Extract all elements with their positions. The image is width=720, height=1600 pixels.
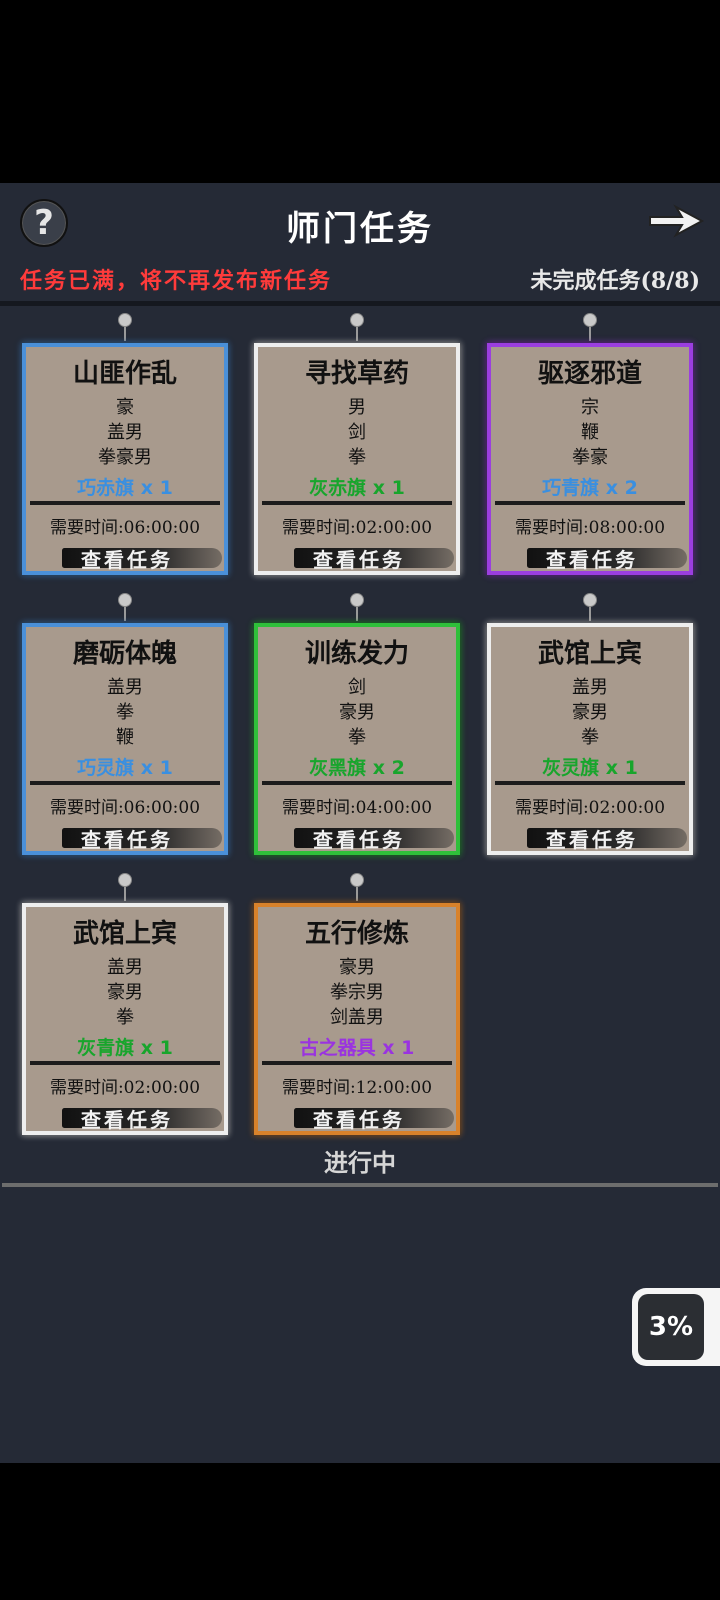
- task-time: 需要时间:04:00:00: [281, 798, 433, 818]
- task-time: 需要时间:02:00:00: [281, 518, 433, 538]
- task-requirement: 盖男: [572, 677, 608, 698]
- task-title: 武馆上宾: [72, 919, 177, 949]
- task-requirement: 剑: [348, 422, 366, 443]
- task-reward: 巧青旗 x 2: [542, 477, 638, 499]
- task-reward: 灰黑旗 x 2: [309, 757, 405, 779]
- task-reward: 灰灵旗 x 1: [542, 757, 638, 779]
- status-label: 进行中: [324, 1149, 396, 1177]
- task-requirement: 拳: [116, 1007, 134, 1028]
- task-reward: 巧赤旗 x 1: [77, 477, 173, 499]
- task-title: 山匪作乱: [72, 359, 177, 389]
- task-counter: 未完成任务(8/8): [530, 268, 700, 294]
- task-card[interactable]: 武馆上宾 盖男 豪男 拳 灰灵旗 x 1 需要时间:02:00:00 查看任务: [487, 623, 693, 855]
- pin-icon: [118, 873, 132, 887]
- task-requirement: 宗: [581, 397, 599, 418]
- task-requirement: 豪男: [339, 702, 375, 723]
- task-card[interactable]: 磨砺体魄 盖男 拳 鞭 巧灵旗 x 1 需要时间:06:00:00 查看任务: [22, 623, 228, 855]
- divider: [2, 1183, 718, 1187]
- task-time: 需要时间:02:00:00: [49, 1078, 201, 1098]
- task-requirement: 豪男: [107, 982, 143, 1003]
- pin-icon: [583, 313, 597, 327]
- task-card[interactable]: 山匪作乱 豪 盖男 拳豪男 巧赤旗 x 1 需要时间:06:00:00 查看任务: [22, 343, 228, 575]
- task-requirement: 男: [348, 397, 366, 418]
- task-time: 需要时间:06:00:00: [49, 518, 201, 538]
- task-title: 训练发力: [304, 639, 409, 669]
- task-requirement: 剑: [348, 677, 366, 698]
- divider: [30, 501, 220, 505]
- task-title: 磨砺体魄: [72, 639, 177, 669]
- divider: [495, 501, 685, 505]
- task-requirement: 鞭: [581, 422, 599, 443]
- task-requirement: 剑盖男: [330, 1007, 384, 1028]
- task-requirement: 盖男: [107, 422, 143, 443]
- task-card[interactable]: 训练发力 剑 豪男 拳 灰黑旗 x 2 需要时间:04:00:00 查看任务: [254, 623, 460, 855]
- view-task-button[interactable]: 查看任务: [62, 543, 232, 572]
- task-card[interactable]: 驱逐邪道 宗 鞭 拳豪 巧青旗 x 2 需要时间:08:00:00 查看任务: [487, 343, 693, 575]
- divider: [0, 301, 720, 306]
- task-time: 需要时间:12:00:00: [281, 1078, 433, 1098]
- view-task-button[interactable]: 查看任务: [294, 543, 464, 572]
- pin-icon: [118, 313, 132, 327]
- task-requirement: 豪男: [572, 702, 608, 723]
- pin-icon: [583, 593, 597, 607]
- task-requirement: 豪男: [339, 957, 375, 978]
- view-task-label: 查看任务: [81, 548, 173, 572]
- task-time: 需要时间:02:00:00: [514, 798, 666, 818]
- task-requirement: 拳: [581, 727, 599, 748]
- view-task-label: 查看任务: [313, 1108, 405, 1132]
- task-requirement: 鞭: [116, 727, 134, 748]
- pin-icon: [350, 313, 364, 327]
- task-requirement: 盖男: [107, 677, 143, 698]
- task-full-notice: 任务已满，将不再发布新任务: [20, 268, 333, 294]
- task-requirement: 拳豪: [572, 447, 608, 468]
- view-task-label: 查看任务: [546, 828, 638, 852]
- percent-badge: 3%: [648, 1312, 694, 1342]
- divider: [262, 781, 452, 785]
- task-requirement: 拳: [348, 727, 366, 748]
- view-task-button[interactable]: 查看任务: [294, 1103, 464, 1132]
- avatar: 3%: [638, 1294, 704, 1360]
- arrow-right-icon[interactable]: [646, 201, 706, 241]
- task-requirement: 拳豪男: [98, 447, 152, 468]
- task-title: 武馆上宾: [537, 639, 642, 669]
- divider: [30, 781, 220, 785]
- task-time: 需要时间:06:00:00: [49, 798, 201, 818]
- task-requirement: 拳: [348, 447, 366, 468]
- divider: [30, 1061, 220, 1065]
- view-task-label: 查看任务: [546, 548, 638, 572]
- task-title: 五行修炼: [304, 919, 409, 949]
- page-title: 师门任务: [286, 209, 434, 249]
- task-card[interactable]: 五行修炼 豪男 拳宗男 剑盖男 古之器具 x 1 需要时间:12:00:00 查…: [254, 903, 460, 1135]
- task-requirement: 豪: [116, 397, 134, 418]
- pin-icon: [350, 873, 364, 887]
- pin-icon: [118, 593, 132, 607]
- view-task-label: 查看任务: [313, 548, 405, 572]
- task-reward: 古之器具 x 1: [299, 1037, 415, 1059]
- task-requirement: 盖男: [107, 957, 143, 978]
- task-requirement: 拳: [116, 702, 134, 723]
- view-task-label: 查看任务: [313, 828, 405, 852]
- task-reward: 灰赤旗 x 1: [309, 477, 405, 499]
- task-title: 寻找草药: [304, 359, 409, 389]
- task-requirement: 拳宗男: [330, 982, 384, 1003]
- view-task-button[interactable]: 查看任务: [527, 823, 697, 852]
- task-title: 驱逐邪道: [537, 359, 642, 389]
- pin-icon: [350, 593, 364, 607]
- divider: [262, 501, 452, 505]
- view-task-button[interactable]: 查看任务: [62, 823, 232, 852]
- task-time: 需要时间:08:00:00: [514, 518, 666, 538]
- view-task-button[interactable]: 查看任务: [294, 823, 464, 852]
- view-task-button[interactable]: 查看任务: [62, 1103, 232, 1132]
- view-task-label: 查看任务: [81, 828, 173, 852]
- task-card[interactable]: 武馆上宾 盖男 豪男 拳 灰青旗 x 1 需要时间:02:00:00 查看任务: [22, 903, 228, 1135]
- divider: [495, 781, 685, 785]
- task-panel: ? 师门任务 任务已满，将不再发布新任务 未完成任务(8/8) 山匪作乱 豪 盖…: [0, 183, 720, 1463]
- view-task-label: 查看任务: [81, 1108, 173, 1132]
- task-card[interactable]: 寻找草药 男 剑 拳 灰赤旗 x 1 需要时间:02:00:00 查看任务: [254, 343, 460, 575]
- divider: [262, 1061, 452, 1065]
- task-reward: 巧灵旗 x 1: [77, 757, 173, 779]
- view-task-button[interactable]: 查看任务: [527, 543, 697, 572]
- task-reward: 灰青旗 x 1: [77, 1037, 173, 1059]
- floating-widget[interactable]: 3%: [632, 1288, 720, 1366]
